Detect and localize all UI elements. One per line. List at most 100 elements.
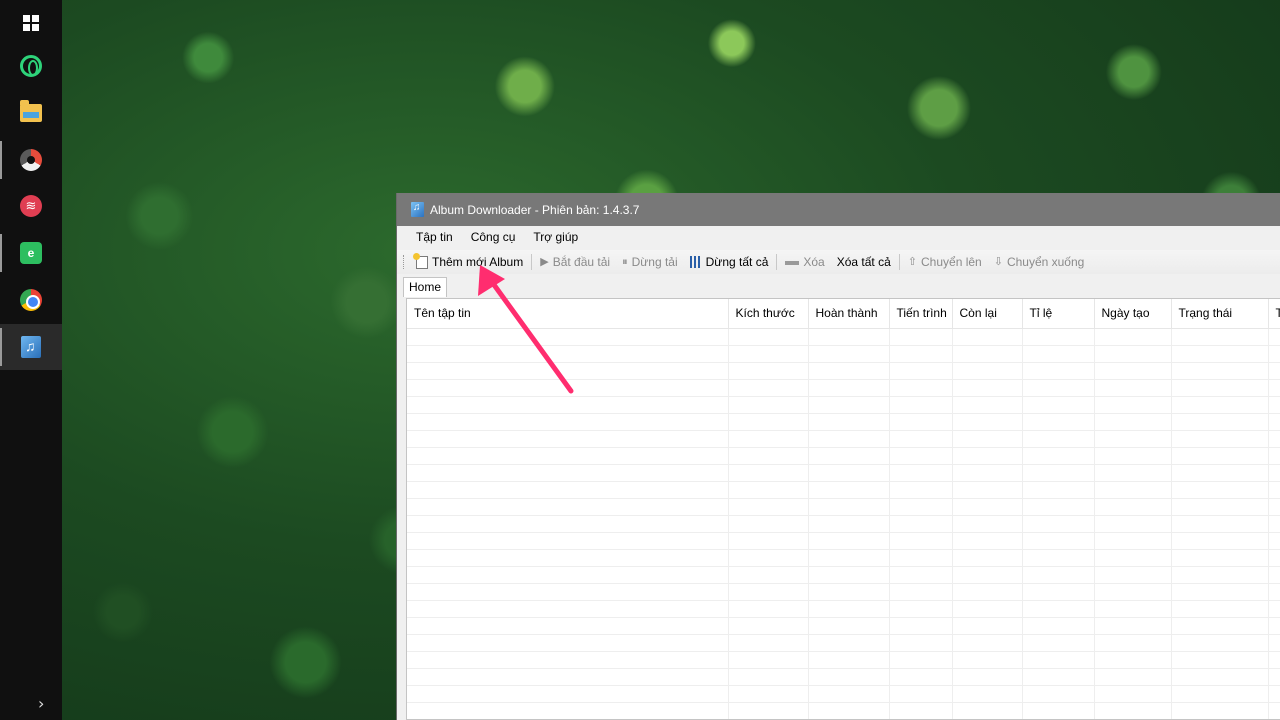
empty-grid-cell (889, 464, 953, 482)
download-list[interactable]: Tên tập tin Kích thước Hoàn thành Tiến t… (406, 298, 1280, 720)
empty-grid-cell (1268, 583, 1280, 601)
delete-all-button[interactable]: Xóa tất cả (831, 251, 897, 273)
empty-grid-row (407, 668, 1280, 686)
empty-grid-cell (952, 379, 1023, 397)
empty-grid-cell (1094, 379, 1172, 397)
empty-grid-cell (1022, 634, 1095, 652)
move-down-button[interactable]: ⇩ Chuyển xuống (988, 251, 1091, 273)
column-header-completed[interactable]: Hoàn thành (808, 299, 890, 329)
empty-grid-cell (889, 651, 953, 669)
empty-grid-cell (407, 702, 729, 719)
empty-grid-cell (889, 498, 953, 516)
empty-grid-cell (952, 617, 1023, 635)
empty-grid-cell (952, 345, 1023, 363)
taskbar-opera[interactable] (0, 43, 62, 89)
taskbar-davinci[interactable] (0, 137, 62, 183)
empty-grid-cell (1268, 532, 1280, 550)
column-header-status[interactable]: Trạng thái (1171, 299, 1269, 329)
empty-grid-cell (808, 464, 890, 482)
empty-grid-cell (952, 702, 1023, 719)
app-title-icon (411, 202, 424, 217)
delete-icon (785, 260, 800, 265)
delete-button[interactable]: Xóa (779, 251, 830, 273)
empty-grid-cell (1094, 498, 1172, 516)
empty-grid-cell (1268, 600, 1280, 618)
empty-grid-cell (889, 481, 953, 499)
empty-grid-cell (1268, 515, 1280, 533)
start-button[interactable] (0, 0, 62, 46)
empty-grid-cell (1268, 498, 1280, 516)
move-up-button[interactable]: ⇧ Chuyển lên (902, 251, 988, 273)
pause-download-button[interactable]: ⏸ Dừng tải (616, 251, 684, 273)
red-app-icon: ≋ (20, 195, 42, 217)
empty-grid-cell (1094, 600, 1172, 618)
empty-grid-row (407, 464, 1280, 482)
stop-all-label: Dừng tất cả (705, 255, 769, 269)
empty-grid-cell (1171, 379, 1269, 397)
column-header-more[interactable]: T (1268, 299, 1280, 329)
file-explorer-icon (20, 100, 42, 122)
empty-grid-cell (1094, 617, 1172, 635)
empty-grid-row (407, 498, 1280, 516)
empty-grid-cell (889, 600, 953, 618)
empty-grid-cell (728, 430, 809, 448)
empty-grid-cell (1268, 634, 1280, 652)
column-header-size[interactable]: Kích thước (728, 299, 809, 329)
empty-grid-row (407, 481, 1280, 499)
add-album-button[interactable]: Thêm mới Album (410, 251, 529, 273)
empty-grid-cell (1268, 345, 1280, 363)
empty-grid-cell (1022, 396, 1095, 414)
empty-grid-cell (407, 532, 729, 550)
menu-file[interactable]: Tập tin (407, 230, 462, 244)
empty-grid-cell (728, 668, 809, 686)
column-header-created[interactable]: Ngày tạo (1094, 299, 1172, 329)
empty-grid-cell (407, 464, 729, 482)
empty-grid-row (407, 685, 1280, 703)
empty-grid-row (407, 328, 1280, 346)
column-header-filename[interactable]: Tên tập tin (407, 299, 729, 329)
empty-grid-row (407, 515, 1280, 533)
empty-grid-cell (808, 345, 890, 363)
taskbar-red-app[interactable]: ≋ (0, 183, 62, 229)
menu-help[interactable]: Trợ giúp (524, 230, 587, 244)
empty-grid-row (407, 362, 1280, 380)
column-header-progress[interactable]: Tiến trình (889, 299, 953, 329)
column-header-remaining[interactable]: Còn lại (952, 299, 1023, 329)
start-download-button[interactable]: ▶ Bắt đầu tải (534, 251, 616, 273)
taskbar-evernote[interactable]: e (0, 230, 62, 276)
empty-grid-cell (1171, 634, 1269, 652)
empty-grid-cell (808, 583, 890, 601)
table-header-row: Tên tập tin Kích thước Hoàn thành Tiến t… (407, 299, 1280, 329)
empty-grid-cell (407, 498, 729, 516)
stop-all-button[interactable]: Dừng tất cả (684, 251, 775, 273)
empty-grid-cell (889, 413, 953, 431)
empty-grid-row (407, 345, 1280, 363)
taskbar-album-downloader[interactable] (0, 324, 62, 370)
column-header-rate[interactable]: Tỉ lệ (1022, 299, 1095, 329)
empty-grid-row (407, 413, 1280, 431)
menu-tools[interactable]: Công cụ (462, 230, 525, 244)
toolbar-grip[interactable] (403, 255, 406, 269)
taskbar-chrome[interactable] (0, 277, 62, 323)
empty-grid-cell (952, 481, 1023, 499)
empty-grid-cell (1171, 515, 1269, 533)
empty-grid-cell (808, 481, 890, 499)
empty-grid-cell (728, 600, 809, 618)
empty-grid-row (407, 532, 1280, 550)
empty-grid-cell (1022, 549, 1095, 567)
empty-grid-cell (728, 396, 809, 414)
empty-grid-cell (952, 396, 1023, 414)
empty-grid-cell (1094, 362, 1172, 380)
taskbar-file-explorer[interactable] (0, 90, 62, 136)
title-bar[interactable]: Album Downloader - Phiên bản: 1.4.3.7 (397, 193, 1280, 226)
empty-grid-cell (808, 498, 890, 516)
chevron-right-icon[interactable]: › (38, 694, 44, 713)
empty-grid-cell (1171, 549, 1269, 567)
tab-home[interactable]: Home (403, 277, 448, 297)
empty-grid-cell (407, 617, 729, 635)
new-document-icon (413, 252, 428, 269)
empty-grid-cell (1268, 396, 1280, 414)
empty-grid-cell (407, 481, 729, 499)
empty-grid-row (407, 447, 1280, 465)
empty-grid-cell (728, 583, 809, 601)
